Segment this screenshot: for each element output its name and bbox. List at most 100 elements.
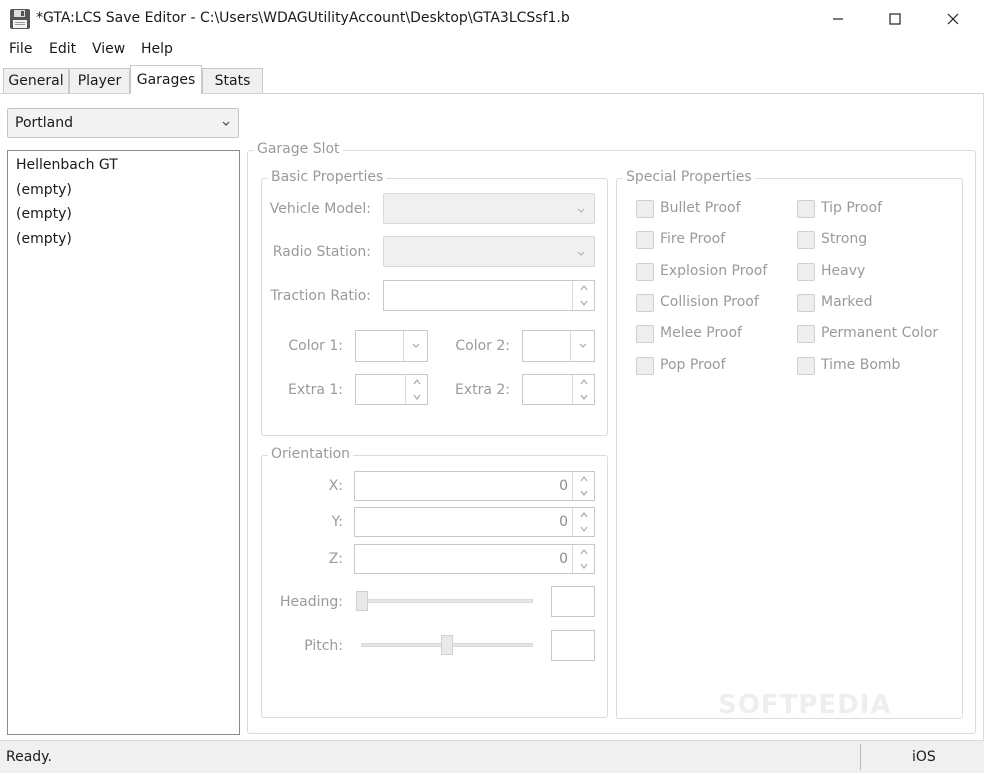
permanent-color-checkbox[interactable] [797,325,815,343]
color1-label: Color 1: [288,338,343,354]
spin-down-icon[interactable] [406,390,427,405]
spin-up-icon[interactable] [573,375,594,390]
menu-file[interactable]: File [9,41,32,57]
y-spinner[interactable] [572,508,594,536]
heading-value-box[interactable] [551,586,595,617]
x-value: 0 [559,478,568,494]
permanent-color-label: Permanent Color [821,325,939,341]
pop-proof-checkbox[interactable] [636,357,654,375]
z-input[interactable]: 0 [354,544,595,574]
traction-ratio-label: Traction Ratio: [270,288,371,304]
spin-down-icon[interactable] [573,486,594,500]
time-bomb-checkbox[interactable] [797,357,815,375]
garage-slot-list[interactable]: Hellenbach GT (empty) (empty) (empty) [7,150,240,735]
z-label: Z: [328,551,343,567]
pitch-value-box[interactable] [551,630,595,661]
radio-station-combo[interactable] [383,236,595,267]
time-bomb-label: Time Bomb [821,357,901,373]
window-title: *GTA:LCS Save Editor - C:\Users\WDAGUtil… [36,10,570,26]
tab-garages[interactable]: Garages [130,65,202,94]
tip-proof-checkbox[interactable] [797,200,815,218]
chevron-down-icon [576,204,586,220]
melee-proof-checkbox[interactable] [636,325,654,343]
heading-slider-track[interactable] [361,599,533,603]
marked-checkbox[interactable] [797,294,815,312]
y-value: 0 [559,514,568,530]
special-properties-group [616,178,963,719]
minimize-button[interactable] [809,0,867,38]
chevron-down-icon [221,117,231,133]
spin-down-icon[interactable] [573,559,594,573]
heading-label: Heading: [280,594,343,610]
spin-up-icon[interactable] [573,508,594,522]
pitch-slider-thumb[interactable] [441,635,453,655]
minimize-icon [833,18,843,20]
collision-proof-label: Collision Proof [660,294,759,310]
list-item[interactable]: (empty) [16,206,72,222]
heavy-checkbox[interactable] [797,263,815,281]
spin-down-icon[interactable] [573,390,594,405]
garage-slot-title: Garage Slot [254,141,343,157]
radio-station-label: Radio Station: [272,244,371,260]
region-combo-value: Portland [15,115,73,131]
spin-up-icon[interactable] [573,281,594,296]
tip-proof-label: Tip Proof [821,200,883,216]
close-button[interactable] [924,0,982,38]
fire-proof-label: Fire Proof [660,231,726,247]
chevron-down-icon [576,247,586,263]
vehicle-model-combo[interactable] [383,193,595,224]
strong-label: Strong [821,231,868,247]
orientation-title: Orientation [268,446,354,462]
spin-up-icon[interactable] [573,545,594,559]
color2-label: Color 2: [455,338,510,354]
bullet-proof-checkbox[interactable] [636,200,654,218]
explosion-proof-checkbox[interactable] [636,263,654,281]
extra2-label: Extra 2: [454,382,510,398]
list-item[interactable]: (empty) [16,231,72,247]
vehicle-model-label: Vehicle Model: [269,201,371,217]
tab-general[interactable]: General [3,68,69,93]
tab-stats[interactable]: Stats [202,68,263,93]
collision-proof-checkbox[interactable] [636,294,654,312]
fire-proof-checkbox[interactable] [636,231,654,249]
close-icon [947,13,959,25]
menu-view[interactable]: View [92,41,125,57]
region-combo[interactable]: Portland [7,108,239,138]
floppy-disk-icon [9,8,31,30]
list-item[interactable]: Hellenbach GT [16,157,118,173]
maximize-button[interactable] [866,0,924,38]
traction-ratio-spinner[interactable] [572,281,594,310]
z-spinner[interactable] [572,545,594,573]
chevron-down-icon [403,331,427,361]
spin-down-icon[interactable] [573,296,594,311]
color1-combo[interactable] [355,330,428,362]
spin-down-icon[interactable] [573,522,594,536]
basic-properties-title: Basic Properties [268,169,387,185]
traction-ratio-input[interactable] [383,280,595,311]
extra1-input[interactable] [355,374,428,405]
extra1-spinner[interactable] [405,375,427,404]
explosion-proof-label: Explosion Proof [660,263,768,279]
y-label: Y: [331,514,343,530]
extra2-input[interactable] [522,374,595,405]
y-input[interactable]: 0 [354,507,595,537]
heavy-label: Heavy [821,263,866,279]
spin-up-icon[interactable] [406,375,427,390]
spin-up-icon[interactable] [573,472,594,486]
extra2-spinner[interactable] [572,375,594,404]
color2-combo[interactable] [522,330,595,362]
heading-slider-thumb[interactable] [356,591,368,611]
extra1-label: Extra 1: [287,382,343,398]
list-item[interactable]: (empty) [16,182,72,198]
pop-proof-label: Pop Proof [660,357,726,373]
strong-checkbox[interactable] [797,231,815,249]
x-spinner[interactable] [572,472,594,500]
menu-edit[interactable]: Edit [49,41,76,57]
menu-help[interactable]: Help [141,41,173,57]
tab-player[interactable]: Player [69,68,130,93]
melee-proof-label: Melee Proof [660,325,742,341]
special-properties-title: Special Properties [623,169,755,185]
x-input[interactable]: 0 [354,471,595,501]
marked-label: Marked [821,294,873,310]
chevron-down-icon [570,331,594,361]
